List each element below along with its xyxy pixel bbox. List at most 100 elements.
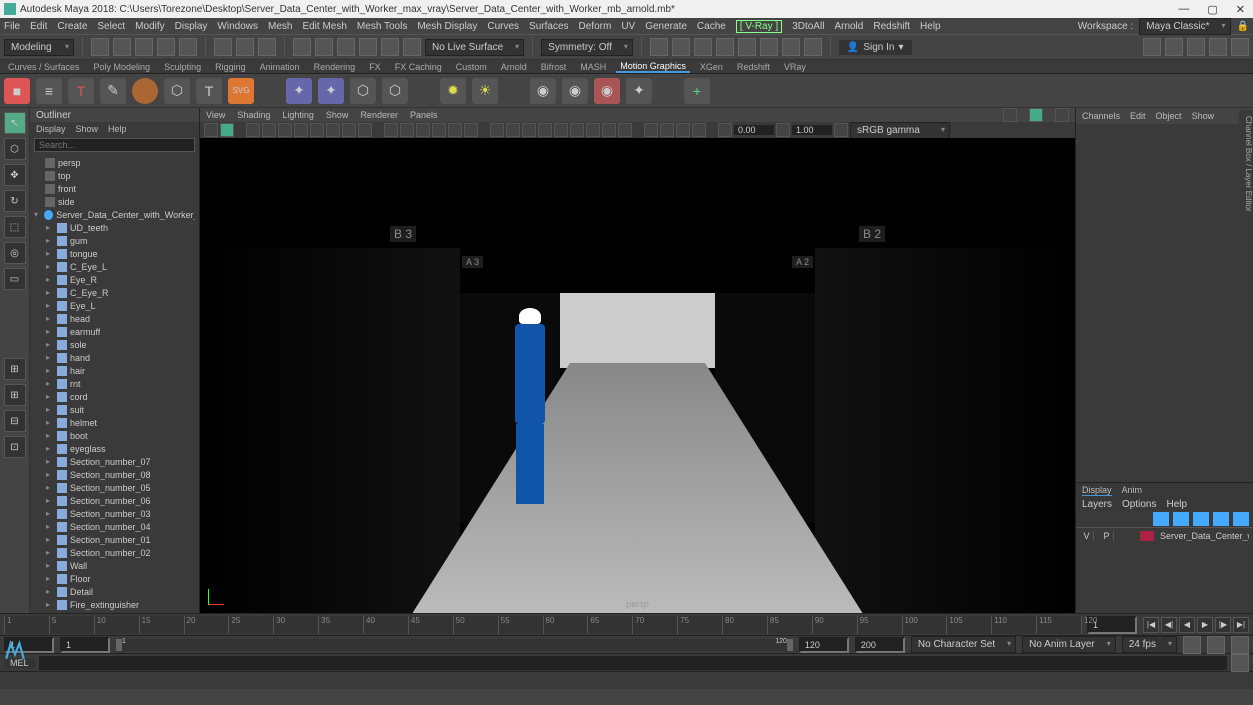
g6-icon[interactable]: [760, 38, 778, 56]
menu-select[interactable]: Select: [97, 21, 125, 32]
layout2-icon[interactable]: ⊞: [4, 384, 26, 406]
far-field[interactable]: 1.00: [792, 125, 832, 135]
step-fwd-btn[interactable]: |▶: [1215, 617, 1231, 633]
tree-item[interactable]: ▸hair: [30, 364, 199, 377]
tree-item[interactable]: ▸Section_number_05: [30, 481, 199, 494]
tab-fx[interactable]: FX: [365, 62, 385, 72]
vp-gear2-icon[interactable]: [1029, 108, 1043, 122]
snap4-icon[interactable]: [359, 38, 377, 56]
range-end1[interactable]: [799, 637, 849, 653]
tree-item[interactable]: ▸Wall: [30, 559, 199, 572]
layer-p[interactable]: P: [1100, 531, 1114, 541]
script-editor-icon[interactable]: [1231, 654, 1249, 672]
vt14-icon[interactable]: [432, 123, 446, 137]
play-back-btn[interactable]: ◀: [1179, 617, 1195, 633]
tree-item[interactable]: ▸Section_number_07: [30, 455, 199, 468]
menu-edit[interactable]: Edit: [30, 21, 47, 32]
shelf-plus-icon[interactable]: +: [684, 78, 710, 104]
tree-item[interactable]: ▸Fire_extinguisher: [30, 598, 199, 611]
sel3-icon[interactable]: [258, 38, 276, 56]
out-menu-help[interactable]: Help: [108, 124, 127, 134]
vt9-icon[interactable]: [342, 123, 356, 137]
shelf-t2-icon[interactable]: T: [196, 78, 222, 104]
snap6-icon[interactable]: [403, 38, 421, 56]
lt7-icon[interactable]: ▭: [4, 268, 26, 290]
out-menu-display[interactable]: Display: [36, 124, 66, 134]
vt24-icon[interactable]: [602, 123, 616, 137]
outliner-search[interactable]: [34, 138, 195, 152]
g2-icon[interactable]: [672, 38, 690, 56]
shelf-s10-icon[interactable]: ✦: [318, 78, 344, 104]
tab-mograph[interactable]: Motion Graphics: [616, 61, 690, 73]
tree-item[interactable]: ▸earmuff: [30, 325, 199, 338]
charset-combo[interactable]: No Character Set: [911, 636, 1016, 653]
layout1-icon[interactable]: ⊞: [4, 358, 26, 380]
shelf-list-icon[interactable]: ≡: [36, 78, 62, 104]
side-tab[interactable]: Channel Box / Layer Editor: [1239, 110, 1253, 218]
range-handle-start[interactable]: 1: [116, 639, 122, 651]
tab-arnold[interactable]: Arnold: [497, 62, 531, 72]
tree-item[interactable]: ▸hand: [30, 351, 199, 364]
tree-item[interactable]: ▸Eye_R: [30, 273, 199, 286]
tree-item[interactable]: ▸Section_number_04: [30, 520, 199, 533]
shelf-cube-icon[interactable]: ■: [4, 78, 30, 104]
vt8-icon[interactable]: [326, 123, 340, 137]
shelf-sphere-icon[interactable]: [132, 78, 158, 104]
time-ruler[interactable]: 1510152025303540455055606570758085909510…: [4, 616, 1081, 634]
menu-meshdisplay[interactable]: Mesh Display: [417, 21, 477, 32]
shelf-s15-icon[interactable]: ◉: [530, 78, 556, 104]
menu-arnold[interactable]: Arnold: [834, 21, 863, 32]
vt29-icon[interactable]: [692, 123, 706, 137]
step-back-btn[interactable]: ◀|: [1161, 617, 1177, 633]
menu-deform[interactable]: Deform: [579, 21, 612, 32]
shelf-s12-icon[interactable]: ⬡: [382, 78, 408, 104]
tree-item[interactable]: ▸Section_number_08: [30, 468, 199, 481]
layer-v[interactable]: V: [1080, 531, 1094, 541]
rotate-tool-icon[interactable]: ↻: [4, 190, 26, 212]
menu-windows[interactable]: Windows: [217, 21, 258, 32]
rp-edit[interactable]: Edit: [1130, 111, 1146, 121]
range-slider[interactable]: 1 120: [116, 639, 793, 651]
close-btn[interactable]: ✕: [1236, 3, 1245, 16]
r1-icon[interactable]: [1143, 38, 1161, 56]
vt16-icon[interactable]: [464, 123, 478, 137]
vt15-icon[interactable]: [448, 123, 462, 137]
tree-item[interactable]: ▸Detail: [30, 585, 199, 598]
menu-create[interactable]: Create: [57, 21, 87, 32]
menu-uv[interactable]: UV: [621, 21, 635, 32]
vt6-icon[interactable]: [294, 123, 308, 137]
undo-icon[interactable]: [157, 38, 175, 56]
goto-end-btn[interactable]: ▶|: [1233, 617, 1249, 633]
tree-item-camera[interactable]: front: [30, 182, 199, 195]
tab-mash[interactable]: MASH: [576, 62, 610, 72]
vt21-icon[interactable]: [554, 123, 568, 137]
shelf-paint-icon[interactable]: ✎: [100, 78, 126, 104]
scale-tool-icon[interactable]: ⬚: [4, 216, 26, 238]
tree-item[interactable]: ▸Section_number_02: [30, 546, 199, 559]
layer-row[interactable]: V P Server_Data_Center_with_Wor: [1076, 527, 1253, 543]
maximize-btn[interactable]: ▢: [1207, 3, 1217, 16]
move-tool-icon[interactable]: ✥: [4, 164, 26, 186]
animlayer-combo[interactable]: No Anim Layer: [1022, 636, 1116, 653]
new-icon[interactable]: [91, 38, 109, 56]
tab-xgen[interactable]: XGen: [696, 62, 727, 72]
vp-show[interactable]: Show: [326, 110, 349, 120]
g8-icon[interactable]: [804, 38, 822, 56]
shelf-s11-icon[interactable]: ⬡: [350, 78, 376, 104]
vt32-icon[interactable]: [834, 123, 848, 137]
rp-help[interactable]: Help: [1166, 499, 1187, 510]
outliner-tree[interactable]: persptopfrontside▾Server_Data_Center_wit…: [30, 154, 199, 613]
redo-icon[interactable]: [179, 38, 197, 56]
tree-item[interactable]: ▸Section_number_01: [30, 533, 199, 546]
layout4-icon[interactable]: ⊡: [4, 436, 26, 458]
rp-display[interactable]: Display: [1082, 485, 1112, 496]
vt5-icon[interactable]: [278, 123, 292, 137]
vt30-icon[interactable]: [718, 123, 732, 137]
tree-item[interactable]: ▸tongue: [30, 247, 199, 260]
r3-icon[interactable]: [1187, 38, 1205, 56]
menu-file[interactable]: File: [4, 21, 20, 32]
lasso-tool-icon[interactable]: ⬡: [4, 138, 26, 160]
vp-view[interactable]: View: [206, 110, 225, 120]
tree-item[interactable]: ▸Floor: [30, 572, 199, 585]
tab-rig[interactable]: Rigging: [211, 62, 250, 72]
